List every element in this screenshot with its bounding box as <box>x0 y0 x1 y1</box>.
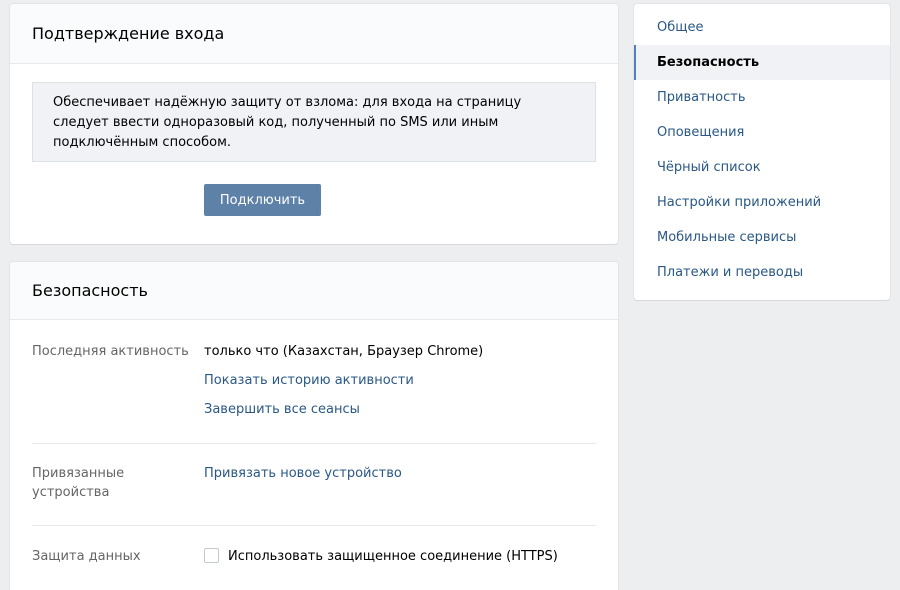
security-card: Безопасность Последняя активность только… <box>10 262 618 590</box>
last-activity-row: Последняя активность только что (Казахст… <box>32 342 596 424</box>
show-activity-history-link[interactable]: Показать историю активности <box>204 371 483 400</box>
linked-devices-content: Привязать новое устройство <box>204 464 402 483</box>
last-activity-value: только что (Казахстан, Браузер Chrome) <box>204 344 484 359</box>
linked-devices-label: Привязанные устройства <box>32 466 125 500</box>
data-protection-label: Защита данных <box>32 549 141 564</box>
link-new-device-link[interactable]: Привязать новое устройство <box>204 464 402 483</box>
card-title: Безопасность <box>32 281 148 300</box>
nav-item-payments[interactable]: Платежи и переводы <box>634 255 890 290</box>
nav-item-mobile-services[interactable]: Мобильные сервисы <box>634 220 890 255</box>
https-checkbox[interactable] <box>204 548 219 563</box>
divider <box>32 525 596 526</box>
info-box: Обеспечивает надёжную защиту от взлома: … <box>32 82 596 162</box>
data-protection-row: Защита данных Использовать защищенное со… <box>32 547 596 571</box>
last-activity-label: Последняя активность <box>32 344 189 359</box>
connect-button[interactable]: Подключить <box>204 184 321 216</box>
https-checkbox-row[interactable]: Использовать защищенное соединение (HTTP… <box>204 547 558 566</box>
nav-item-privacy[interactable]: Приватность <box>634 80 890 115</box>
last-activity-content: только что (Казахстан, Браузер Chrome) П… <box>204 342 483 419</box>
nav-item-notifications[interactable]: Оповещения <box>634 115 890 150</box>
nav-item-security[interactable]: Безопасность <box>634 45 890 80</box>
card-header: Безопасность <box>10 262 618 320</box>
card-title: Подтверждение входа <box>32 24 225 43</box>
login-confirmation-card: Подтверждение входа Обеспечивает надёжну… <box>10 4 618 244</box>
nav-item-blacklist[interactable]: Чёрный список <box>634 150 890 185</box>
card-header: Подтверждение входа <box>10 4 618 64</box>
https-checkbox-label[interactable]: Использовать защищенное соединение (HTTP… <box>228 549 558 564</box>
nav-item-app-settings[interactable]: Настройки приложений <box>634 185 890 220</box>
end-all-sessions-link[interactable]: Завершить все сеансы <box>204 400 483 419</box>
divider <box>32 443 596 444</box>
nav-item-general[interactable]: Общее <box>634 10 890 45</box>
linked-devices-row: Привязанные устройства Привязать новое у… <box>32 464 596 504</box>
settings-nav: Общее Безопасность Приватность Оповещени… <box>634 4 890 300</box>
